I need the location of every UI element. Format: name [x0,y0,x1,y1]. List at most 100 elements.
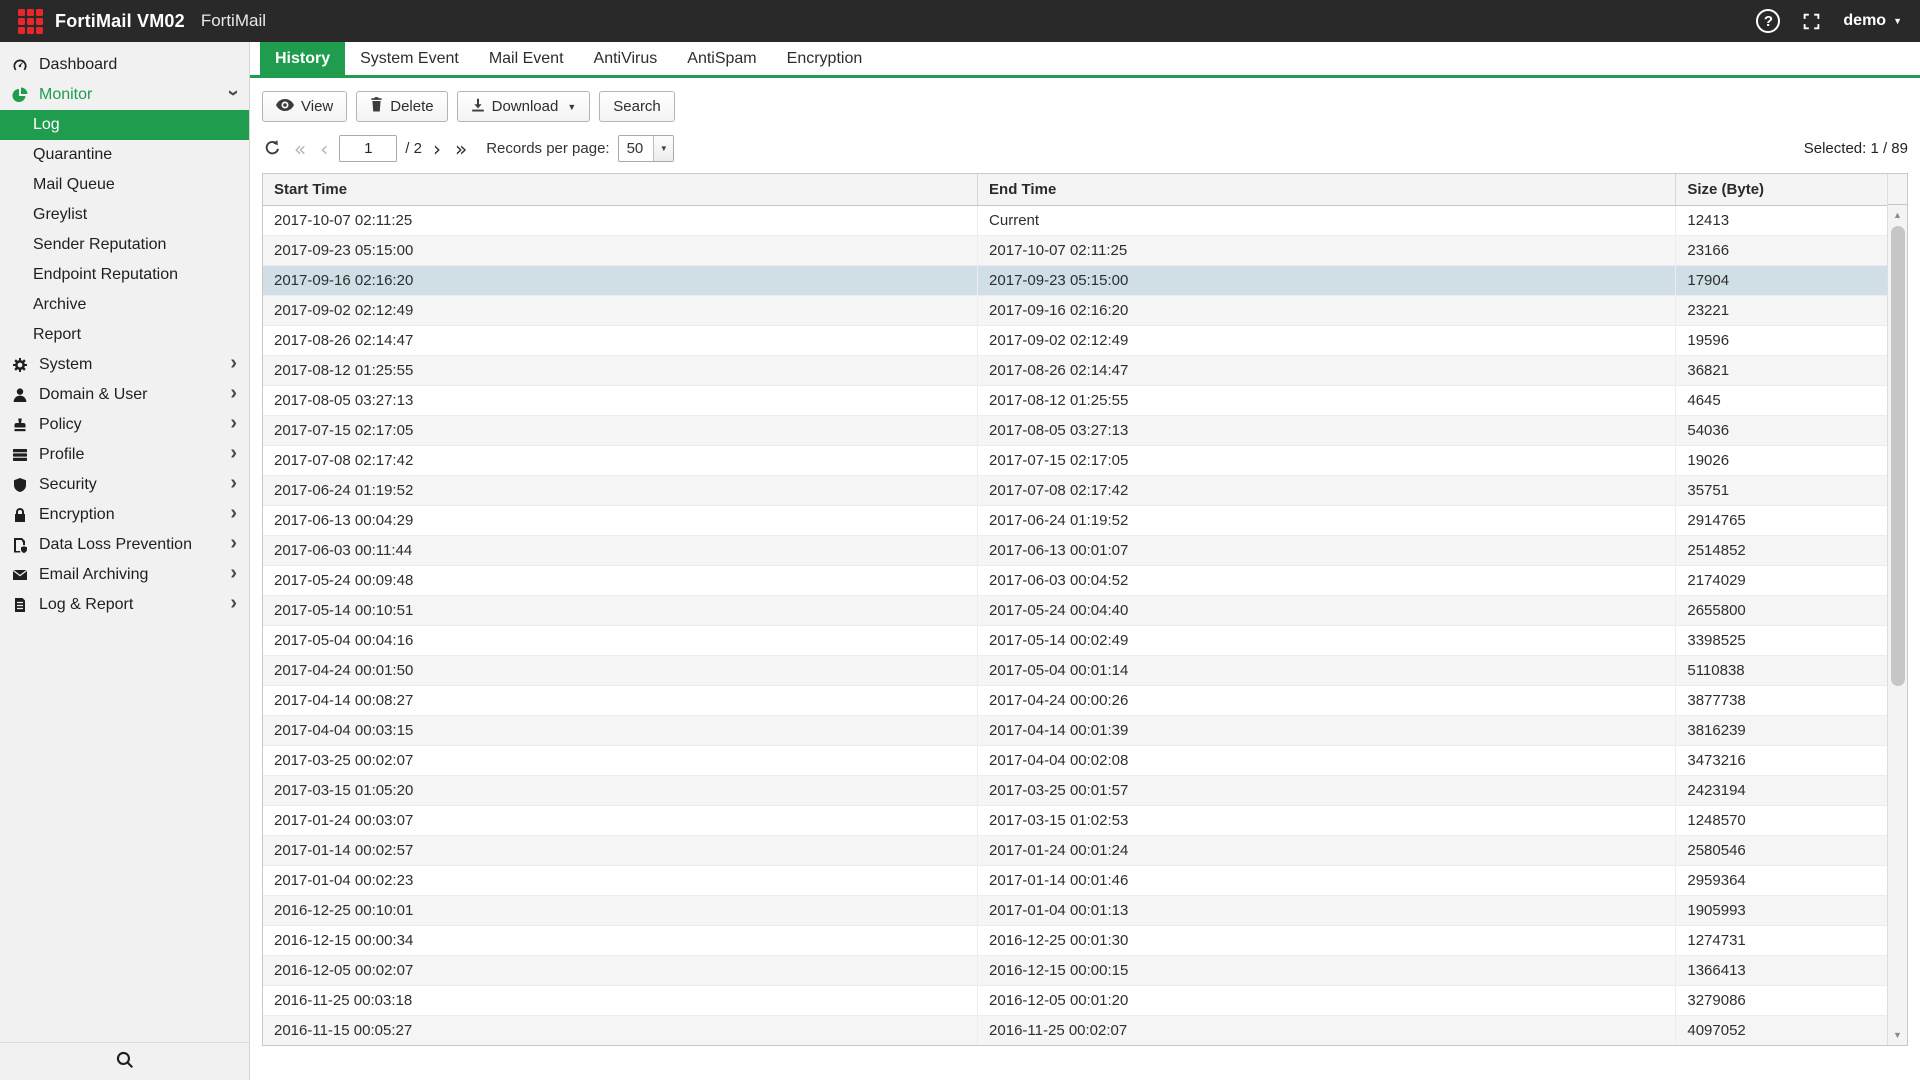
column-header-size[interactable]: Size (Byte) [1676,174,1887,205]
table-cell: 12413 [1676,205,1887,235]
tab-antivirus[interactable]: AntiVirus [579,42,673,75]
sidebar-item-label: Dashboard [39,56,117,74]
table-cell: 2423194 [1676,775,1887,805]
sidebar-item-archive[interactable]: Archive [0,290,249,320]
sidebar-item-monitor[interactable]: Monitor› [0,80,249,110]
scroll-down-icon[interactable]: ▼ [1888,1025,1907,1045]
table-cell: 3473216 [1676,745,1887,775]
refresh-button[interactable] [262,137,283,161]
sidebar-item-mail-queue[interactable]: Mail Queue [0,170,249,200]
table-row[interactable]: 2017-05-24 00:09:482017-06-03 00:04:5221… [263,565,1887,595]
sidebar-search-button[interactable] [0,1042,249,1080]
next-page-button[interactable]: › [430,139,444,159]
table-row[interactable]: 2016-11-15 00:05:272016-11-25 00:02:0740… [263,1015,1887,1045]
table-row[interactable]: 2017-06-13 00:04:292017-06-24 01:19:5229… [263,505,1887,535]
download-button[interactable]: Download ▼ [457,91,591,122]
prev-page-button[interactable]: ‹ [317,139,331,159]
page-input[interactable] [339,135,397,162]
column-header-start-time[interactable]: Start Time [263,174,978,205]
sidebar-nav: Dashboard Monitor›LogQuarantineMail Queue… [0,42,249,1042]
tab-history[interactable]: History [260,42,345,75]
table-cell: 2017-06-24 01:19:52 [263,475,978,505]
sidebar-item-policy[interactable]: Policy› [0,410,249,440]
tab-system-event[interactable]: System Event [345,42,474,75]
table-row[interactable]: 2017-03-15 01:05:202017-03-25 00:01:5724… [263,775,1887,805]
table-cell: 2017-03-25 00:02:07 [263,745,978,775]
table-row[interactable]: 2017-05-04 00:04:162017-05-14 00:02:4933… [263,625,1887,655]
table-row[interactable]: 2017-08-12 01:25:552017-08-26 02:14:4736… [263,355,1887,385]
table-cell: 54036 [1676,415,1887,445]
table-cell: 3279086 [1676,985,1887,1015]
sidebar-item-domain-and-user[interactable]: Domain & User› [0,380,249,410]
table-row[interactable]: 2017-04-04 00:03:152017-04-14 00:01:3938… [263,715,1887,745]
sidebar-item-quarantine[interactable]: Quarantine [0,140,249,170]
table-cell: 2016-12-05 00:02:07 [263,955,978,985]
refresh-icon [264,139,281,159]
delete-button[interactable]: Delete [356,91,447,122]
table-scrollbar[interactable]: ▲ ▼ [1887,174,1907,1045]
table-row[interactable]: 2017-09-02 02:12:492017-09-16 02:16:2023… [263,295,1887,325]
monitor-icon [12,87,30,103]
column-header-end-time[interactable]: End Time [978,174,1676,205]
sidebar-item-greylist[interactable]: Greylist [0,200,249,230]
scrollbar-thumb[interactable] [1891,226,1905,686]
sidebar-item-profile[interactable]: Profile› [0,440,249,470]
tab-encryption[interactable]: Encryption [772,42,878,75]
app-name: FortiMail [201,11,266,31]
table-row[interactable]: 2017-08-26 02:14:472017-09-02 02:12:4919… [263,325,1887,355]
records-per-page-select[interactable]: 50 ▼ [618,135,675,162]
table-row[interactable]: 2016-12-25 00:10:012017-01-04 00:01:1319… [263,895,1887,925]
lock-icon [12,507,30,523]
table-cell: 2017-08-26 02:14:47 [263,325,978,355]
sidebar-item-security[interactable]: Security› [0,470,249,500]
table-row[interactable]: 2017-01-14 00:02:572017-01-24 00:01:2425… [263,835,1887,865]
table-row[interactable]: 2017-05-14 00:10:512017-05-24 00:04:4026… [263,595,1887,625]
table-row[interactable]: 2017-06-03 00:11:442017-06-13 00:01:0725… [263,535,1887,565]
table-cell: 4097052 [1676,1015,1887,1045]
scroll-up-icon[interactable]: ▲ [1888,205,1907,225]
table-row[interactable]: 2017-07-08 02:17:422017-07-15 02:17:0519… [263,445,1887,475]
sidebar-item-sender-reputation[interactable]: Sender Reputation [0,230,249,260]
table-row[interactable]: 2017-10-07 02:11:25Current12413 [263,205,1887,235]
search-button[interactable]: Search [599,91,675,122]
sidebar-item-email-archiving[interactable]: Email Archiving› [0,560,249,590]
sidebar-item-report[interactable]: Report [0,320,249,350]
table-cell: 2017-09-16 02:16:20 [978,295,1676,325]
table-row[interactable]: 2017-01-04 00:02:232017-01-14 00:01:4629… [263,865,1887,895]
sidebar-item-log[interactable]: Log [0,110,249,140]
profile-icon [12,447,30,463]
view-button[interactable]: View [262,91,347,122]
user-menu[interactable]: demo ▼ [1843,12,1902,30]
table-row[interactable]: 2017-08-05 03:27:132017-08-12 01:25:5546… [263,385,1887,415]
help-icon[interactable]: ? [1756,9,1780,33]
eye-icon [276,98,294,115]
table-row[interactable]: 2017-09-23 05:15:002017-10-07 02:11:2523… [263,235,1887,265]
table-row[interactable]: 2017-01-24 00:03:072017-03-15 01:02:5312… [263,805,1887,835]
fullscreen-icon[interactable] [1802,12,1821,31]
sidebar-item-log-and-report[interactable]: Log & Report› [0,590,249,620]
table-cell: 2016-12-25 00:10:01 [263,895,978,925]
fortinet-logo-icon [18,9,43,34]
first-page-button[interactable]: « [291,139,309,159]
table-row[interactable]: 2016-12-15 00:00:342016-12-25 00:01:3012… [263,925,1887,955]
tab-antispam[interactable]: AntiSpam [672,42,771,75]
table-row[interactable]: 2017-06-24 01:19:522017-07-08 02:17:4235… [263,475,1887,505]
table-row[interactable]: 2016-11-25 00:03:182016-12-05 00:01:2032… [263,985,1887,1015]
sidebar-item-label: Security [39,476,97,494]
sidebar-item-data-loss-prevention[interactable]: Data Loss Prevention› [0,530,249,560]
sidebar-item-encryption[interactable]: Encryption› [0,500,249,530]
table-row[interactable]: 2017-09-16 02:16:202017-09-23 05:15:0017… [263,265,1887,295]
dashboard-icon [12,57,30,73]
table-row[interactable]: 2017-03-25 00:02:072017-04-04 00:02:0834… [263,745,1887,775]
table-row[interactable]: 2016-12-05 00:02:072016-12-15 00:00:1513… [263,955,1887,985]
sidebar-item-label: Domain & User [39,386,147,404]
last-page-button[interactable]: » [452,139,470,159]
sidebar-item-dashboard[interactable]: Dashboard [0,50,249,80]
table-row[interactable]: 2017-07-15 02:17:052017-08-05 03:27:1354… [263,415,1887,445]
table-row[interactable]: 2017-04-14 00:08:272017-04-24 00:00:2638… [263,685,1887,715]
tab-mail-event[interactable]: Mail Event [474,42,579,75]
sidebar-item-system[interactable]: System› [0,350,249,380]
sidebar-item-endpoint-reputation[interactable]: Endpoint Reputation [0,260,249,290]
table-row[interactable]: 2017-04-24 00:01:502017-05-04 00:01:1451… [263,655,1887,685]
sidebar-item-label: System [39,356,92,374]
